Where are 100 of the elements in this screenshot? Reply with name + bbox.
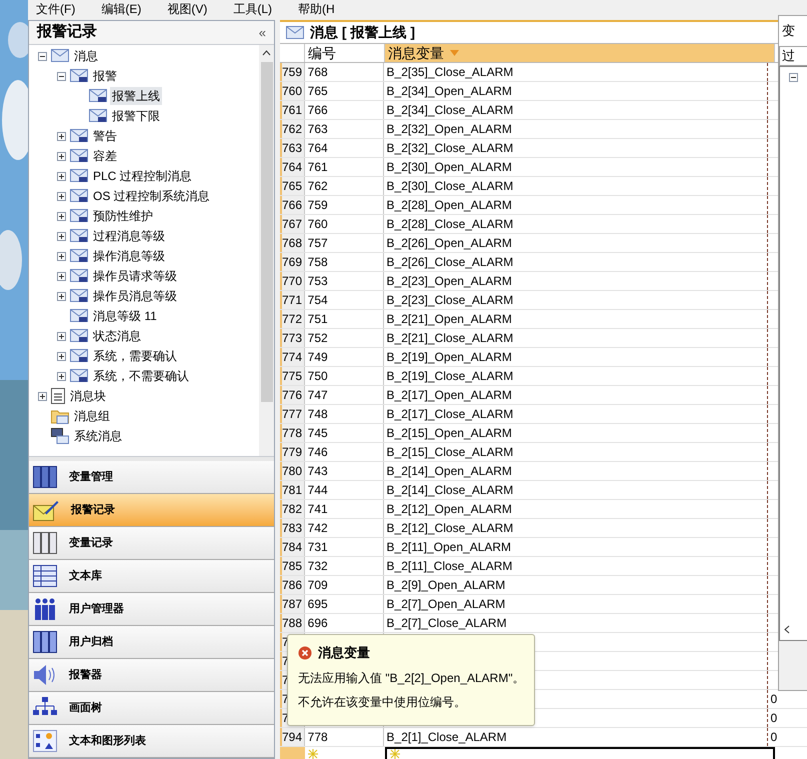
tree-item[interactable]: 预防性维护: [91, 207, 155, 225]
people-icon: [33, 598, 57, 620]
expand-icon[interactable]: [57, 132, 66, 140]
expand-icon[interactable]: [57, 232, 66, 240]
table-cell: B_2[21]_Close_ALARM: [384, 329, 768, 347]
table-cell: 742: [304, 519, 384, 537]
tree-item[interactable]: 消息等级 11: [91, 307, 159, 325]
envelope-icon: [51, 49, 69, 63]
tree-item[interactable]: 操作员消息等级: [91, 287, 179, 305]
table-cell: 768: [304, 63, 384, 81]
scrollbar[interactable]: [259, 45, 274, 456]
collapse-icon[interactable]: [57, 72, 66, 80]
row-number: 785: [280, 557, 305, 575]
tree-item[interactable]: OS 过程控制系统消息: [91, 187, 212, 205]
nav-button[interactable]: 文本库: [29, 560, 274, 593]
nav-button[interactable]: 报警记录: [29, 494, 274, 527]
menu-item[interactable]: 帮助(H: [298, 2, 335, 16]
row-number: 772: [280, 310, 305, 328]
table-cell: 750: [304, 367, 384, 385]
tree-item[interactable]: 过程消息等级: [91, 227, 167, 245]
collapse-button[interactable]: «: [258, 22, 266, 42]
expand-icon[interactable]: [57, 372, 66, 380]
column-header[interactable]: 消息变量: [385, 44, 775, 62]
expand-icon[interactable]: [57, 332, 66, 340]
expand-icon[interactable]: [57, 212, 66, 220]
tree-item[interactable]: 系统，需要确认: [91, 347, 179, 365]
panel-title: 报警记录: [37, 22, 97, 42]
expand-icon[interactable]: [57, 352, 66, 360]
tree-item[interactable]: 系统消息: [72, 427, 124, 445]
row-number: 760: [280, 82, 305, 100]
tree-item[interactable]: 消息组: [72, 407, 112, 425]
expand-icon[interactable]: [57, 192, 66, 200]
table-cell: B_2[26]_Open_ALARM: [384, 234, 768, 252]
collapse-icon[interactable]: [789, 73, 798, 82]
row-number: 778: [280, 424, 305, 442]
row-number: 775: [280, 367, 305, 385]
table-cell: B_2[21]_Open_ALARM: [384, 310, 768, 328]
nav-button[interactable]: 文本和图形列表: [29, 725, 274, 758]
columns-icon: [33, 466, 57, 488]
menu-item[interactable]: 编辑(E): [101, 2, 142, 16]
filter-field[interactable]: 过: [779, 46, 807, 66]
expand-icon[interactable]: [38, 392, 47, 400]
new-row-icon: [308, 749, 318, 759]
nav-button[interactable]: 用户归档: [29, 626, 274, 659]
tree-item[interactable]: 操作消息等级: [91, 247, 167, 265]
nav-button[interactable]: 变量记录: [29, 527, 274, 560]
scroll-thumb[interactable]: [260, 62, 272, 402]
envelope-pen-icon: [33, 499, 59, 521]
expand-icon[interactable]: [57, 252, 66, 260]
collapse-icon[interactable]: [38, 52, 47, 60]
expand-icon[interactable]: [57, 272, 66, 280]
scroll-up-icon[interactable]: [262, 50, 271, 56]
table-cell: 695: [304, 595, 384, 613]
new-row[interactable]: [280, 747, 807, 759]
row-number: 769: [280, 253, 305, 271]
tree-item[interactable]: PLC 过程控制消息: [91, 167, 194, 185]
nav-button[interactable]: 画面树: [29, 692, 274, 725]
column-header[interactable]: 编号: [305, 44, 385, 62]
table-cell: B_2[12]_Open_ALARM: [384, 500, 768, 518]
row-number: 786: [280, 576, 305, 594]
tree-item[interactable]: 报警: [91, 67, 119, 85]
envelope-icon: [70, 289, 88, 303]
input-field[interactable]: [385, 747, 775, 759]
expand-icon[interactable]: [57, 292, 66, 300]
envelope-icon: [70, 169, 88, 183]
nav-button[interactable]: 用户管理器: [29, 593, 274, 626]
row-number: 765: [280, 177, 305, 195]
scroll-left-icon[interactable]: [784, 625, 790, 634]
table-cell: 709: [304, 576, 384, 594]
tree-item[interactable]: 报警上线: [110, 87, 162, 105]
table-cell: B_2[17]_Open_ALARM: [384, 386, 768, 404]
computer-icon: [51, 428, 69, 444]
menu-item[interactable]: 工具(L): [233, 2, 272, 16]
tree-item[interactable]: 消息块: [68, 387, 108, 405]
table-cell: B_2[11]_Close_ALARM: [384, 557, 768, 575]
table-cell: 760: [304, 215, 384, 233]
table-cell: 753: [304, 272, 384, 290]
table-icon: [33, 565, 57, 587]
tree-item[interactable]: 系统，不需要确认: [91, 367, 191, 385]
envelope-icon: [70, 229, 88, 243]
tree-item[interactable]: 警告: [91, 127, 119, 145]
folder-icon: [51, 408, 69, 424]
row-number: 776: [280, 386, 305, 404]
tree-item[interactable]: 状态消息: [91, 327, 143, 345]
envelope-icon: [70, 369, 88, 383]
menu-item[interactable]: 视图(V): [167, 2, 208, 16]
table-cell: 746: [304, 443, 384, 461]
tree-item[interactable]: 操作员请求等级: [91, 267, 179, 285]
table-cell: B_2[23]_Close_ALARM: [384, 291, 768, 309]
tree-item[interactable]: 容差: [91, 147, 119, 165]
table-cell: B_2[15]_Open_ALARM: [384, 424, 768, 442]
table-cell: B_2[30]_Open_ALARM: [384, 158, 768, 176]
menu-item[interactable]: 文件(F): [36, 2, 76, 16]
table-cell: 749: [304, 348, 384, 366]
nav-button[interactable]: 变量管理: [29, 461, 274, 494]
expand-icon[interactable]: [57, 152, 66, 160]
tree-item[interactable]: 报警下限: [110, 107, 162, 125]
expand-icon[interactable]: [57, 172, 66, 180]
tree-item[interactable]: 消息: [72, 47, 100, 65]
nav-button[interactable]: 报警器: [29, 659, 274, 692]
